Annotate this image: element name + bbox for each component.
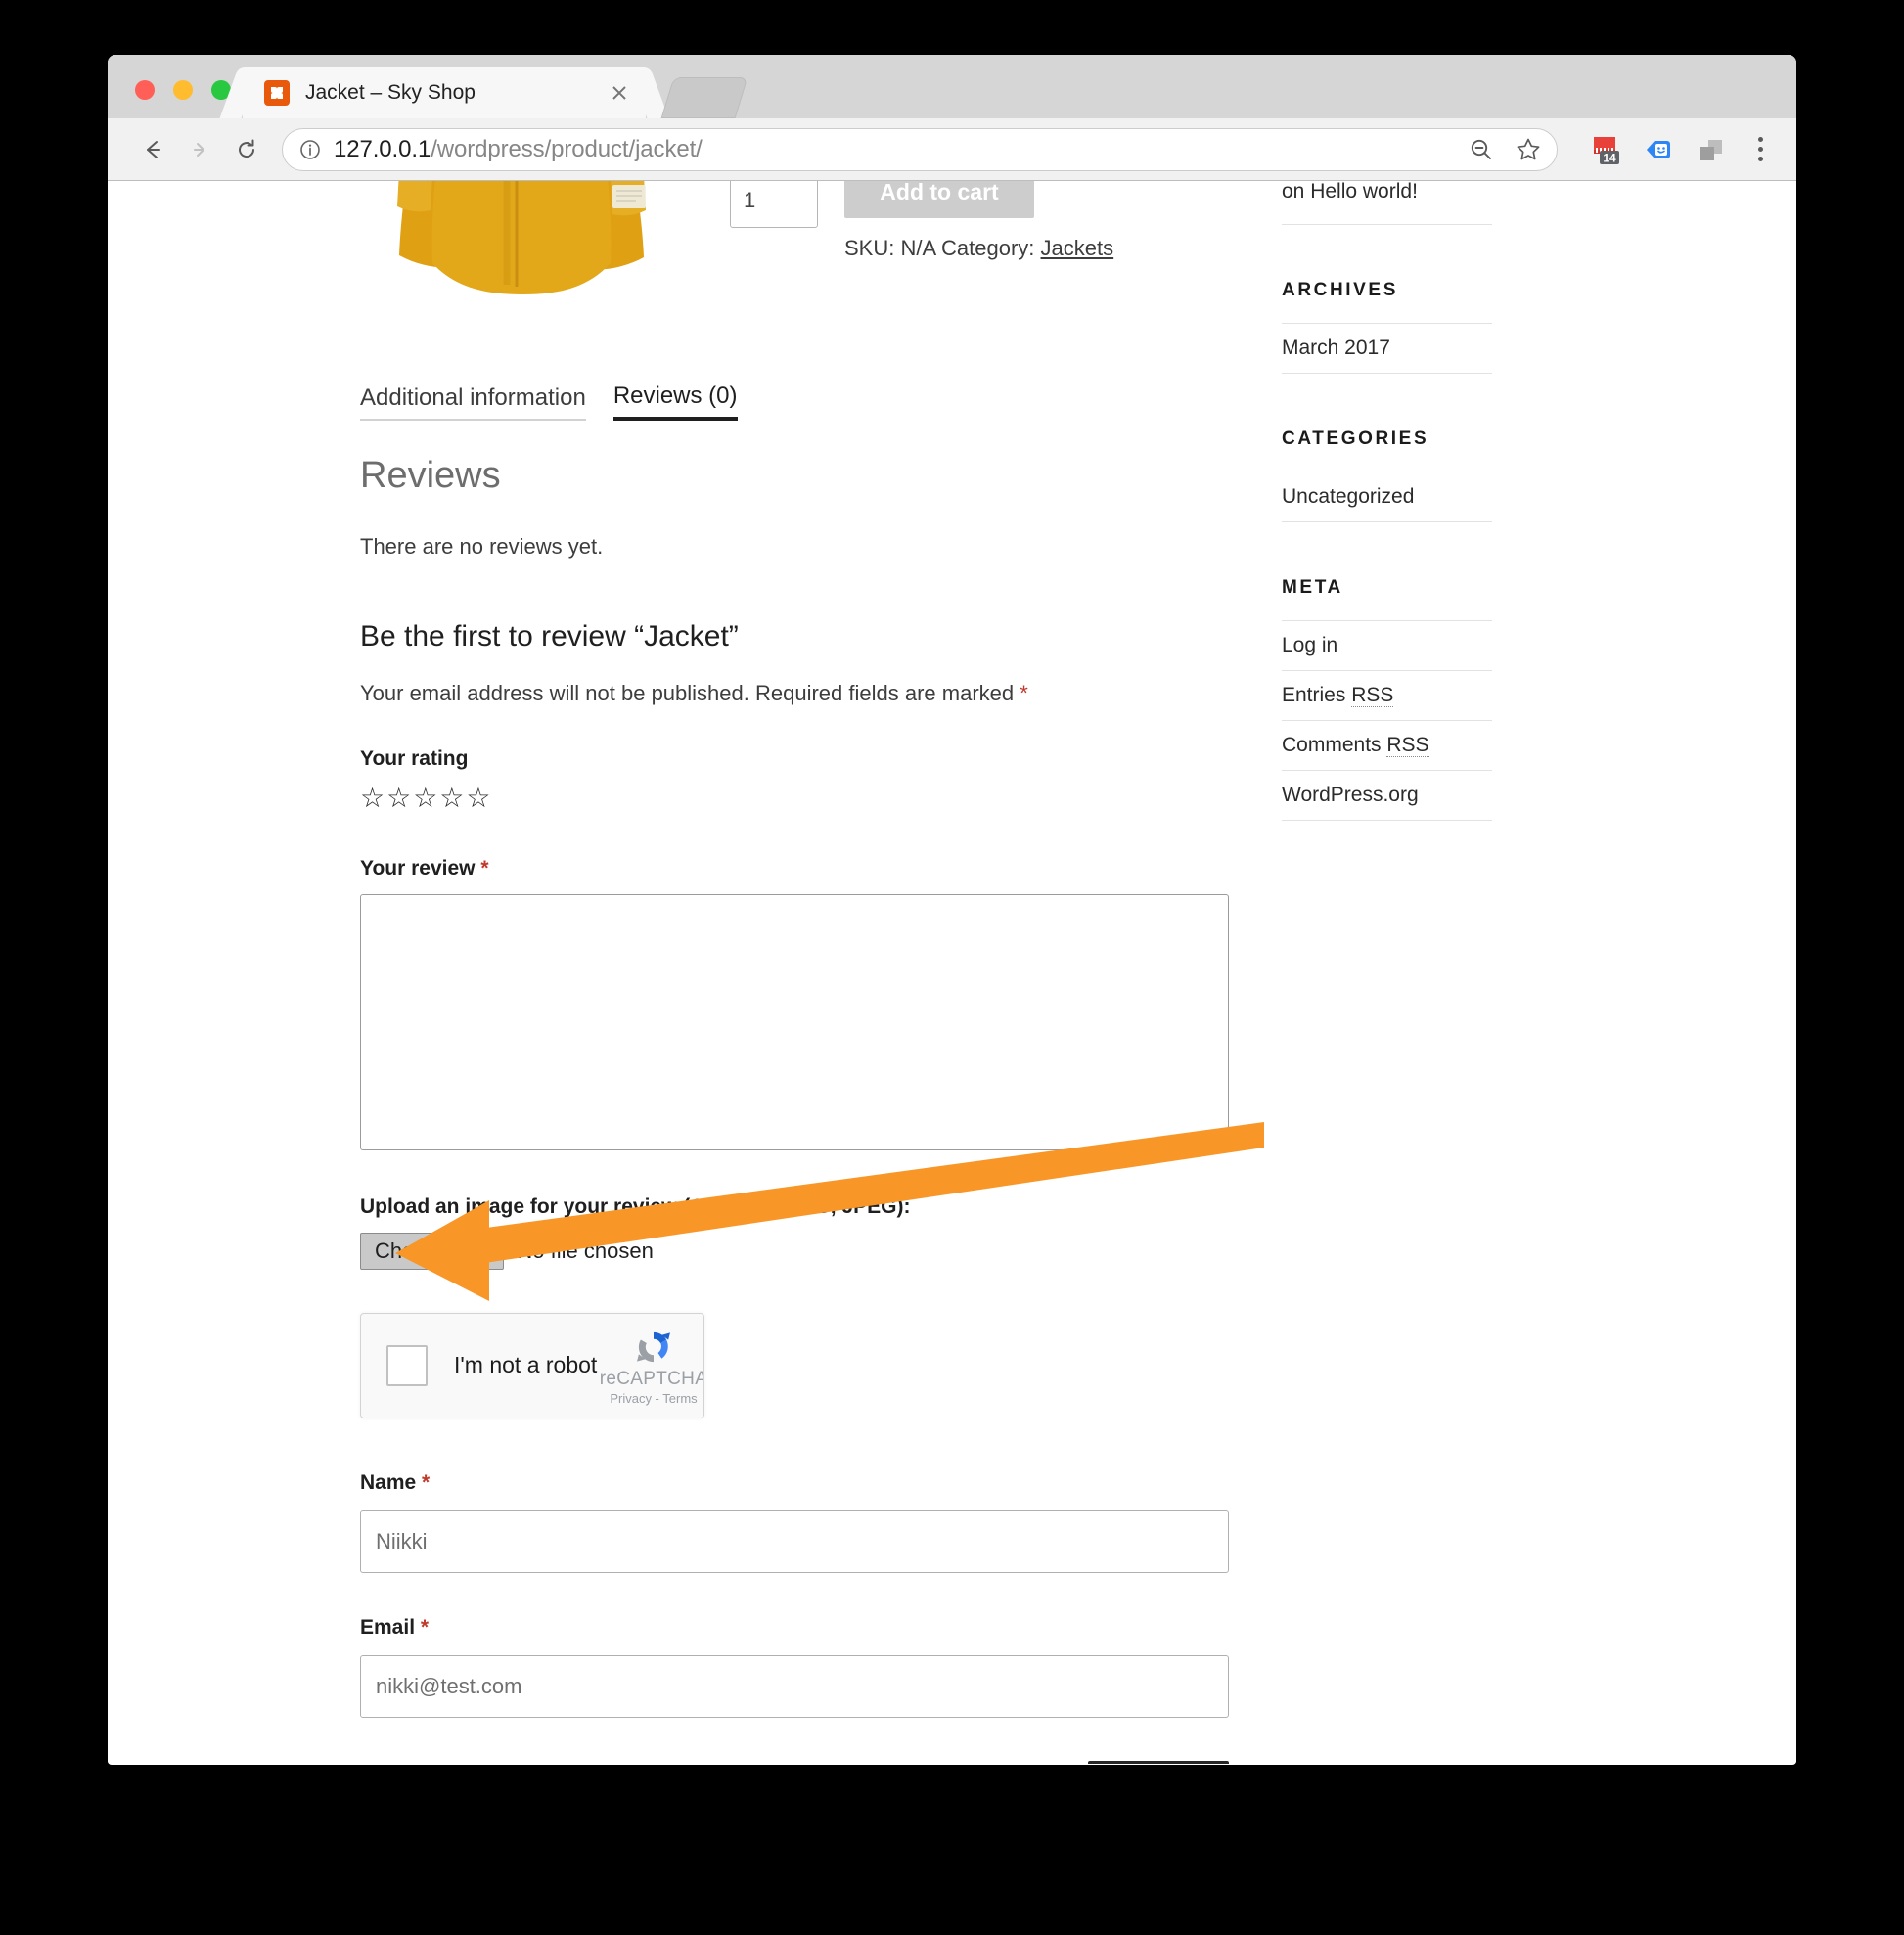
required-asterisk: * <box>480 857 489 879</box>
sku-text: SKU: N/A Category: <box>844 236 1035 260</box>
quantity-input[interactable]: 1 <box>730 181 818 228</box>
review-textarea[interactable] <box>360 894 1229 1150</box>
email-label-text: Email <box>360 1615 416 1639</box>
email-input[interactable] <box>360 1654 1229 1718</box>
sidebar-item-comments-rss[interactable]: Comments RSS <box>1282 721 1492 772</box>
comment-target: on Hello world! <box>1282 181 1418 202</box>
browser-toolbar: 127.0.0.1/wordpress/product/jacket/ 14 <box>108 118 1796 181</box>
rating-label: Your rating <box>360 747 469 770</box>
recaptcha-terms-text[interactable]: Privacy - Terms <box>610 1391 697 1406</box>
product-tabs: Additional information Reviews (0) <box>360 382 738 421</box>
sidebar-item-log-in[interactable]: Log in <box>1282 620 1492 672</box>
required-asterisk: * <box>420 1615 430 1639</box>
sidebar-item-wordpress-org[interactable]: WordPress.org <box>1282 771 1492 822</box>
tab-strip: Jacket – Sky Shop <box>108 55 1796 118</box>
browser-tab-inactive[interactable] <box>660 77 748 118</box>
browser-tab-active[interactable]: Jacket – Sky Shop <box>243 68 646 118</box>
address-bar[interactable]: 127.0.0.1/wordpress/product/jacket/ <box>282 127 1558 171</box>
recent-comments-clipped: A WordPress Commenter on Hello world! <box>1282 181 1492 206</box>
review-form-notice: Your email address will not be published… <box>360 681 1229 706</box>
close-window-button[interactable] <box>135 80 155 100</box>
bookmark-star-icon[interactable] <box>1514 135 1543 164</box>
name-input[interactable] <box>360 1509 1229 1573</box>
sidebar-item-uncategorized[interactable]: Uncategorized <box>1282 472 1492 523</box>
recaptcha-branding: reCAPTCHA Privacy - Terms <box>596 1326 704 1408</box>
required-asterisk: * <box>1020 681 1028 705</box>
sidebar-item-entries-rss[interactable]: Entries RSS <box>1282 671 1492 722</box>
reviews-panel: Reviews There are no reviews yet. Be the… <box>360 455 1229 1764</box>
address-bar-url[interactable]: 127.0.0.1/wordpress/product/jacket/ <box>334 136 1449 163</box>
review-textarea-wrap <box>360 894 1229 1150</box>
svg-text:14: 14 <box>1603 151 1616 164</box>
close-icon[interactable] <box>607 80 632 106</box>
woocommerce-favicon <box>264 80 290 106</box>
product-summary: 1 Add to cart SKU: N/A Category: Jackets <box>108 181 1796 338</box>
recaptcha-label: I'm not a robot <box>454 1352 598 1377</box>
sidebar-heading-meta: META <box>1282 577 1343 599</box>
site-information-icon[interactable] <box>298 138 322 161</box>
submit-row: Submit <box>360 1760 1229 1764</box>
star-rating-input[interactable]: ☆☆☆☆☆ <box>360 785 1229 812</box>
file-upload-row: Choose File No file chosen <box>360 1233 1229 1270</box>
product-image[interactable] <box>360 181 683 338</box>
review-field-label: Your review * <box>360 857 1229 880</box>
url-path: /wordpress/product/jacket/ <box>431 135 703 162</box>
calendar-extension-icon[interactable]: 14 <box>1585 130 1624 169</box>
zoom-out-icon[interactable] <box>1467 135 1496 164</box>
sidebar-list-meta: Log in Entries RSS Comments RSS WordPres… <box>1282 620 1492 822</box>
choose-file-button[interactable]: Choose File <box>360 1233 505 1270</box>
sidebar-heading-categories: CATEGORIES <box>1282 428 1429 450</box>
page-sidebar: A WordPress Commenter on Hello world! AR… <box>1282 181 1492 822</box>
browser-menu-icon[interactable] <box>1744 130 1777 169</box>
recaptcha-checkbox[interactable] <box>386 1344 428 1386</box>
windows-extension-icon[interactable] <box>1691 130 1730 169</box>
email-field-label: Email * <box>360 1616 1229 1640</box>
tab-reviews[interactable]: Reviews (0) <box>612 382 738 421</box>
recaptcha-widget[interactable]: I'm not a robot reCAPTCHA Privacy - Term… <box>360 1312 704 1418</box>
minimize-window-button[interactable] <box>173 80 193 100</box>
reviews-heading: Reviews <box>360 455 501 496</box>
forward-icon[interactable] <box>176 126 223 173</box>
window-controls <box>135 80 231 100</box>
required-asterisk: * <box>422 1470 431 1494</box>
add-to-cart-button[interactable]: Add to cart <box>844 181 1034 218</box>
sidebar-heading-archives: ARCHIVES <box>1282 280 1398 301</box>
submit-button[interactable]: Submit <box>1088 1760 1229 1764</box>
url-host: 127.0.0.1 <box>334 135 431 162</box>
page-viewport: 1 Add to cart SKU: N/A Category: Jackets… <box>108 181 1796 1764</box>
notice-text: Your email address will not be published… <box>360 681 1015 705</box>
sku-meta: SKU: N/A Category: Jackets <box>844 236 1113 261</box>
sidebar-list-archives: March 2017 <box>1282 323 1492 375</box>
rss-abbr: RSS <box>1386 734 1429 758</box>
browser-window: Jacket – Sky Shop 127.0.0.1/wordpress/pr… <box>108 55 1796 1765</box>
divider <box>1282 224 1492 226</box>
sidebar-item-march-2017[interactable]: March 2017 <box>1282 323 1492 375</box>
review-label-text: Your review <box>360 857 476 879</box>
recaptcha-logo-icon <box>637 1331 670 1362</box>
rss-abbr: RSS <box>1351 684 1394 708</box>
reload-icon[interactable] <box>223 126 270 173</box>
review-form-heading: Be the first to review “Jacket” <box>360 620 739 652</box>
file-name-text: No file chosen <box>517 1238 654 1263</box>
browser-tab-title: Jacket – Sky Shop <box>305 81 476 104</box>
tab-additional-information[interactable]: Additional information <box>360 384 586 421</box>
name-label-text: Name <box>360 1470 417 1494</box>
name-field-label: Name * <box>360 1471 1229 1495</box>
sidebar-list-categories: Uncategorized <box>1282 472 1492 523</box>
upload-label: Upload an image for your review (GIF, PN… <box>360 1195 911 1218</box>
tag-extension-icon[interactable] <box>1638 130 1677 169</box>
category-link[interactable]: Jackets <box>1041 236 1114 260</box>
wordpress-product-page: 1 Add to cart SKU: N/A Category: Jackets… <box>108 181 1796 1764</box>
recaptcha-brand-text: reCAPTCHA <box>599 1368 704 1389</box>
back-icon[interactable] <box>129 126 176 173</box>
no-reviews-text: There are no reviews yet. <box>360 534 604 559</box>
